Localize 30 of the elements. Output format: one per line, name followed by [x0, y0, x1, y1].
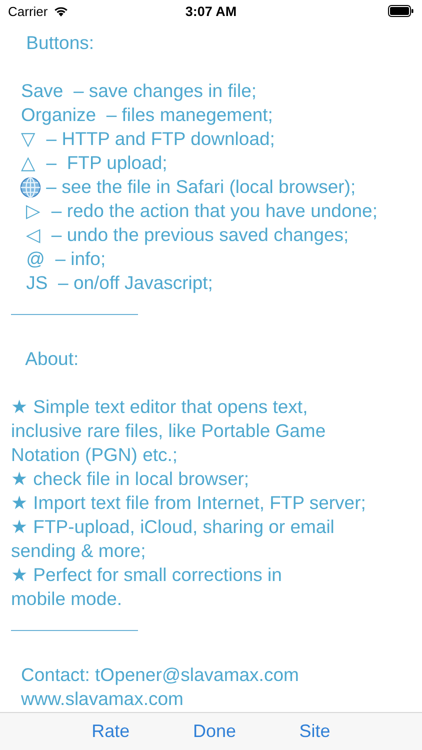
text-line: ▽ – HTTP and FTP download; — [21, 127, 276, 151]
text-line: ★ Simple text editor that opens text, — [11, 395, 309, 419]
text-line: Notation (PGN) etc.; — [11, 443, 179, 467]
carrier-label: Carrier — [8, 4, 48, 18]
globe-icon — [20, 176, 41, 198]
wifi-icon — [52, 5, 69, 17]
toolbar-button[interactable]: Site — [293, 717, 336, 746]
text-line: ★ FTP-upload, iCloud, sharing or email — [11, 515, 336, 539]
text-line: ▷ – redo the action that you have undone; — [25, 199, 378, 223]
status-time: 3:07 AM — [185, 4, 237, 18]
battery-icon — [388, 5, 414, 17]
text-line: sending & more; — [11, 539, 147, 563]
text-line: ★ Perfect for small corrections in — [11, 563, 283, 587]
text-line: Organize – files manegement; — [21, 103, 274, 127]
toolbar-button[interactable]: Done — [186, 717, 242, 746]
text-line: JS – on/off Javascript; — [25, 271, 214, 295]
text-line: Buttons: — [25, 31, 96, 55]
text-line: ★ check file in local browser; — [11, 467, 250, 491]
text-line: ◁ – undo the previous saved changes; — [25, 223, 350, 247]
text-line: – see the file in Safari (local browser); — [45, 175, 356, 199]
text-line: mobile mode. — [11, 587, 124, 611]
text-line: △ – FTP upload; — [21, 151, 168, 175]
text-line: @ – info; — [25, 247, 107, 271]
text-line: About: — [24, 347, 80, 371]
text-line: www.slavamax.com — [21, 687, 184, 711]
text-line: ★ Import text file from Internet, FTP server; — [11, 491, 367, 515]
toolbar-button[interactable]: Rate — [86, 717, 136, 746]
text-line: inclusive rare files, like Portable Game — [11, 419, 327, 443]
text-line: Contact: tOpener@slavamax.com — [21, 663, 300, 687]
text-line: Save – save changes in file; — [21, 79, 258, 103]
